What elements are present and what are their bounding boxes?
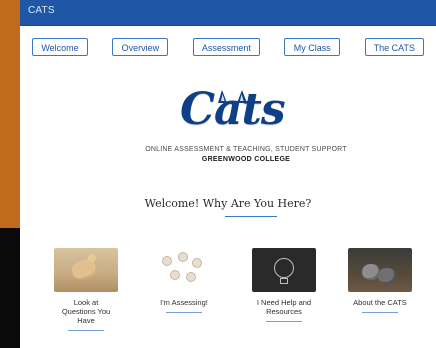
- posing-figure-icon: [54, 248, 118, 292]
- kittens-icon: [348, 248, 412, 292]
- network-node: [186, 272, 196, 282]
- card-caption: Look at Questions You Have: [61, 298, 111, 325]
- network-node: [178, 252, 188, 262]
- logo-subtitle: ONLINE ASSESSMENT & TEACHING, STUDENT SU…: [145, 146, 347, 153]
- card-im-assessing[interactable]: I'm Assessing!: [152, 248, 216, 338]
- site-title: CATS: [28, 5, 55, 16]
- nav-overview-button[interactable]: Overview: [112, 38, 169, 56]
- card-caption-underline: [266, 321, 302, 322]
- welcome-heading: Welcome! Why Are You Here?: [144, 197, 312, 210]
- card-caption: I'm Assessing!: [160, 298, 208, 307]
- cats-logo: Cats: [158, 86, 298, 146]
- network-node: [170, 270, 180, 280]
- screen: CATS Welcome Overview Assessment My Clas…: [0, 0, 436, 348]
- network-node: [162, 256, 172, 266]
- bulb-shape: [274, 258, 294, 278]
- card-caption-underline: [166, 312, 202, 313]
- card-about-the-cats[interactable]: About the CATS: [348, 248, 412, 338]
- network-icon: [152, 248, 216, 292]
- website-window: CATS Welcome Overview Assessment My Clas…: [20, 0, 436, 348]
- nav-welcome-button[interactable]: Welcome: [32, 38, 88, 56]
- bulb-base-shape: [280, 278, 288, 284]
- lightbulb-icon: [252, 248, 316, 292]
- card-caption: I Need Help and Resources: [256, 298, 312, 316]
- card-caption-underline: [362, 312, 398, 313]
- network-node: [192, 258, 202, 268]
- card-caption-underline: [68, 330, 104, 331]
- nav-assessment-button[interactable]: Assessment: [192, 38, 260, 56]
- nav-the-cats-button[interactable]: The CATS: [364, 38, 424, 56]
- figure-head-shape: [88, 254, 96, 262]
- nav-my-class-button[interactable]: My Class: [284, 38, 341, 56]
- card-caption: About the CATS: [353, 298, 407, 307]
- logo-wordmark: Cats: [180, 84, 286, 135]
- card-look-at-questions[interactable]: Look at Questions You Have: [54, 248, 118, 338]
- kitten-shape: [378, 268, 396, 284]
- welcome-divider: [225, 216, 277, 217]
- college-name: GREENWOOD COLLEGE: [201, 156, 291, 163]
- main-nav: Welcome Overview Assessment My Class The…: [20, 38, 436, 60]
- card-need-help[interactable]: I Need Help and Resources: [252, 248, 316, 338]
- figure-body-shape: [69, 256, 101, 282]
- top-bar: CATS: [20, 0, 436, 26]
